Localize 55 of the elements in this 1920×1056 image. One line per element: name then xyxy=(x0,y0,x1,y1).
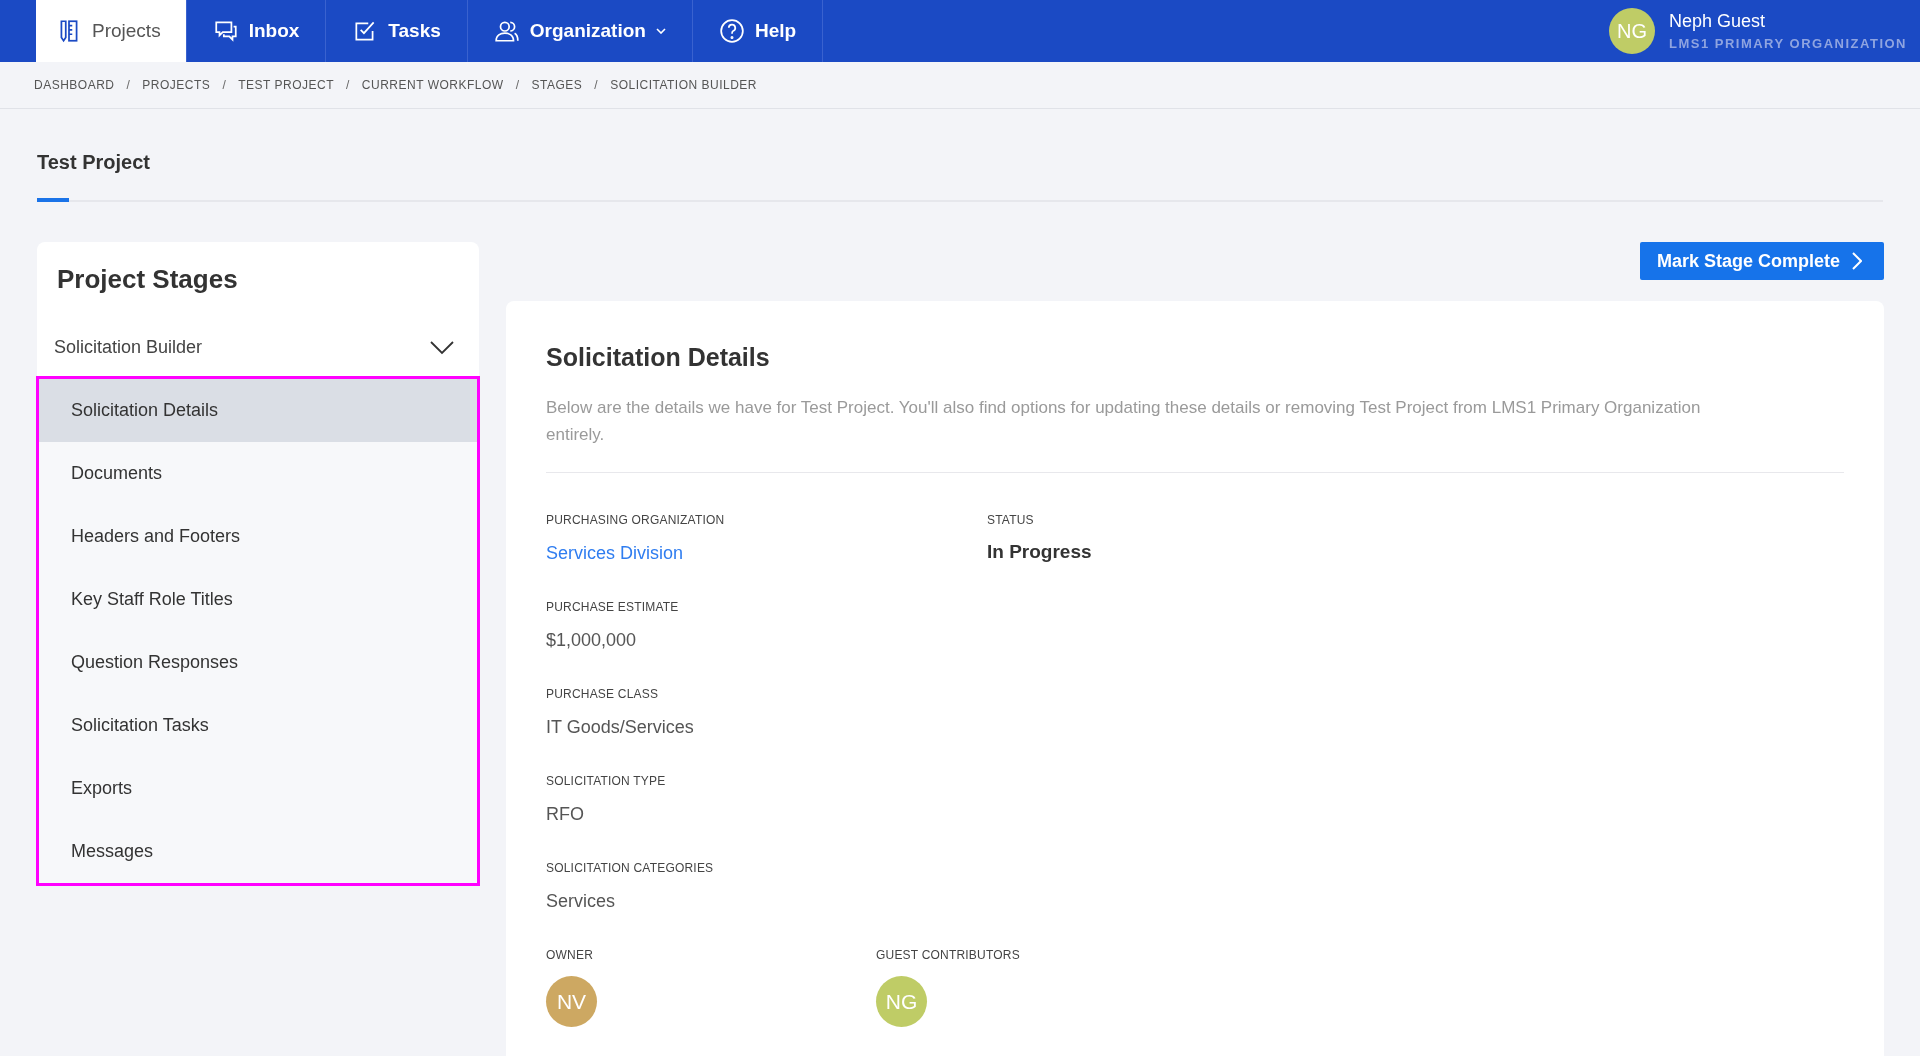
field-value: RFO xyxy=(546,804,585,825)
user-organization: LMS1 PRIMARY ORGANIZATION xyxy=(1668,36,1907,51)
chevron-down-icon xyxy=(429,340,455,355)
field-label: PURCHASE ESTIMATE xyxy=(546,600,680,614)
stage-item[interactable]: Key Staff Role Titles xyxy=(39,568,477,631)
nav-tab[interactable]: Inbox xyxy=(186,0,327,62)
chat-bubbles-icon xyxy=(212,18,239,44)
stage-item[interactable]: Solicitation Tasks xyxy=(39,694,477,757)
field-value: IT Goods/Services xyxy=(546,717,695,738)
breadcrumb-separator: / xyxy=(126,78,131,92)
field-label: OWNER xyxy=(546,948,594,962)
stage-item[interactable]: Documents xyxy=(39,442,477,505)
project-tab[interactable]: Test Project xyxy=(37,151,150,202)
breadcrumb-separator: / xyxy=(594,78,599,92)
nav-tab-label: Tasks xyxy=(388,20,441,42)
stage-item[interactable]: Exports xyxy=(39,757,477,820)
breadcrumb-separator: / xyxy=(515,78,520,92)
nav-tab[interactable]: Help xyxy=(692,0,824,62)
nav-tab-label: Inbox xyxy=(248,20,300,42)
nav-tab-label: Help xyxy=(754,20,797,42)
stages-title: Project Stages xyxy=(56,263,239,295)
help-icon xyxy=(718,18,745,44)
nav-tab-label: Organization xyxy=(529,20,646,42)
stage-item[interactable]: Question Responses xyxy=(39,631,477,694)
stage-group-header[interactable]: Solicitation Builder xyxy=(37,295,479,376)
field-label: SOLICITATION CATEGORIES xyxy=(546,861,715,875)
field-value: Services xyxy=(546,891,617,912)
field-label: SOLICITATION TYPE xyxy=(546,774,667,788)
nav-tab[interactable]: Projects xyxy=(36,0,187,62)
breadcrumb-link[interactable]: DASHBOARD xyxy=(34,78,115,92)
field-label: GUEST CONTRIBUTORS xyxy=(876,948,1020,962)
stage-item[interactable]: Headers and Footers xyxy=(39,505,477,568)
field-label: PURCHASE CLASS xyxy=(546,687,660,701)
breadcrumb-separator: / xyxy=(346,78,350,92)
field-link[interactable]: Services Division xyxy=(546,543,987,564)
mark-stage-complete-button[interactable]: Mark Stage Complete xyxy=(1639,242,1884,280)
details-description: Below are the details we have for Test Project. You'll also find options for updating these details or removing Test Project from LMS1 Primary Organization entirely. xyxy=(546,397,1702,446)
breadcrumb-link[interactable]: SOLICITATION BUILDER xyxy=(610,78,758,92)
stage-item[interactable]: Messages xyxy=(39,820,477,883)
user-name: Neph Guest xyxy=(1668,11,1766,32)
breadcrumb-link[interactable]: TEST PROJECT xyxy=(238,78,334,92)
breadcrumb-link[interactable]: STAGES xyxy=(531,78,583,92)
stage-item[interactable]: Solicitation Details xyxy=(39,379,477,442)
breadcrumb-separator: / xyxy=(222,78,227,92)
details-title: Solicitation Details xyxy=(546,343,771,372)
chevron-right-icon xyxy=(1852,252,1862,270)
nav-tab-label: Projects xyxy=(92,20,161,42)
field-value: In Progress xyxy=(987,541,1092,563)
nav-tab[interactable]: Organization xyxy=(467,0,693,62)
breadcrumb-link[interactable]: PROJECTS xyxy=(142,78,211,92)
breadcrumb-link[interactable]: CURRENT WORKFLOW xyxy=(361,78,504,92)
nav-tab[interactable]: Tasks xyxy=(326,0,468,62)
field-label: PURCHASING ORGANIZATION xyxy=(546,513,726,527)
field-value: $1,000,000 xyxy=(546,630,638,651)
field-label: STATUS xyxy=(987,513,1035,527)
